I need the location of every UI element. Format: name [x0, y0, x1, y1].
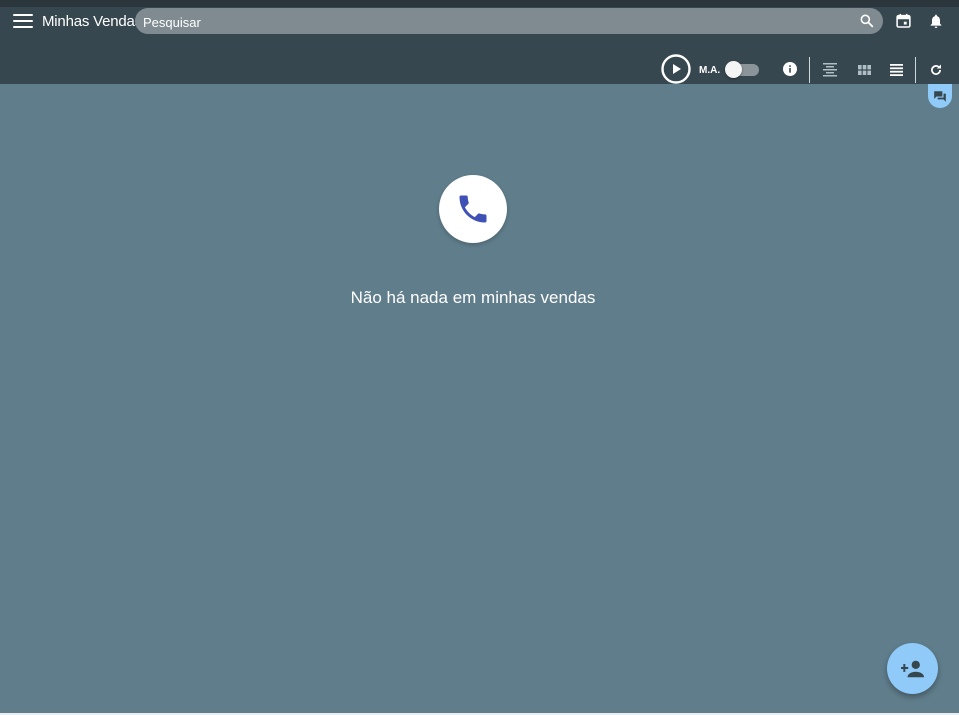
person-add-icon: [900, 660, 924, 677]
menu-icon-bar: [13, 20, 33, 22]
search-input[interactable]: [141, 11, 845, 33]
menu-button[interactable]: [13, 14, 33, 28]
refresh-icon: [931, 64, 941, 75]
grid-icon: [857, 65, 871, 75]
toolbar-divider: [915, 57, 916, 83]
play-circle-icon: [661, 54, 691, 84]
align-center-button[interactable]: [820, 60, 840, 80]
toolbar-divider: [809, 57, 810, 83]
menu-icon-bar: [13, 26, 33, 28]
top-app-bar: Minhas Vendas M.A.: [0, 0, 959, 84]
calendar-button[interactable]: [893, 10, 913, 32]
ma-toggle[interactable]: [725, 61, 759, 78]
app-title: Minhas Vendas: [42, 13, 142, 30]
chat-icon: [934, 90, 946, 102]
info-button[interactable]: [780, 59, 800, 79]
calendar-icon: [895, 13, 911, 28]
search-bar[interactable]: [135, 8, 883, 34]
play-button[interactable]: [661, 54, 691, 84]
align-center-icon: [823, 63, 837, 77]
empty-state-message: Não há nada em minhas vendas: [350, 288, 596, 307]
info-icon: [783, 62, 797, 76]
notifications-button[interactable]: [926, 10, 946, 32]
add-contact-fab[interactable]: [887, 643, 938, 694]
grid-view-button[interactable]: [854, 60, 874, 80]
list-icon: [889, 64, 903, 76]
menu-icon-bar: [13, 14, 33, 16]
refresh-button[interactable]: [926, 60, 946, 80]
empty-state-avatar: [439, 175, 507, 243]
bell-icon: [930, 14, 942, 28]
chat-tab-button[interactable]: [928, 84, 952, 108]
phone-icon: [459, 195, 487, 223]
toggle-thumb: [725, 61, 742, 78]
ma-label: M.A.: [699, 65, 721, 76]
search-icon[interactable]: [859, 13, 875, 29]
list-view-button[interactable]: [886, 60, 906, 80]
